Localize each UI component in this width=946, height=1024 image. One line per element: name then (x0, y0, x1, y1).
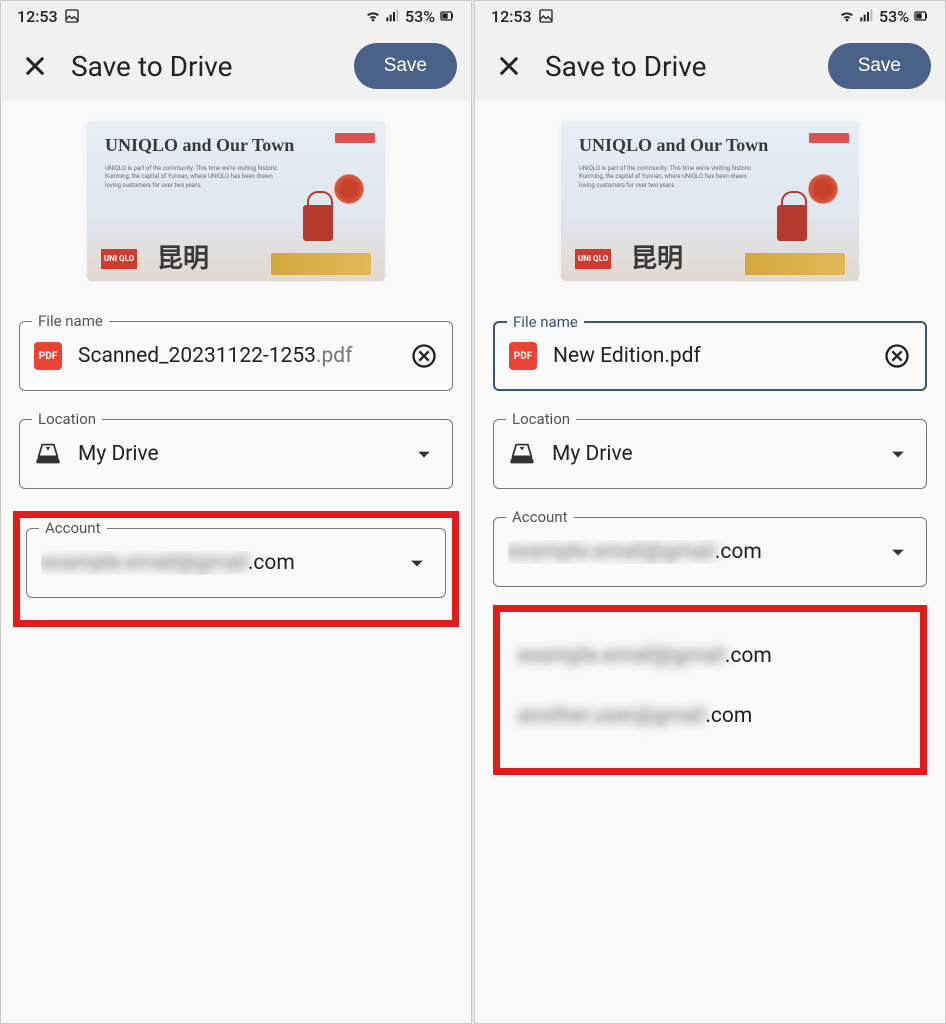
battery-icon (913, 8, 929, 24)
location-field[interactable]: Location My Drive (493, 419, 927, 489)
screenshot-left: 12:53 53% Save to Drive Save (0, 0, 472, 1024)
wifi-icon (839, 8, 855, 24)
account-label: Account (506, 508, 574, 526)
location-field[interactable]: Location My Drive (19, 419, 453, 489)
drive-icon (508, 440, 536, 468)
file-name-label: File name (32, 312, 109, 330)
status-bar: 12:53 53% (475, 1, 945, 31)
close-icon[interactable] (495, 52, 523, 80)
pdf-icon: PDF (509, 342, 537, 370)
image-icon (538, 8, 554, 24)
preview-chars: 昆明 (631, 238, 683, 275)
account-highlight: Account example.email@gmail.com (13, 511, 459, 627)
account-dropdown-highlight: example.email@gmail.com another.user@gma… (493, 605, 927, 775)
save-button[interactable]: Save (354, 43, 457, 89)
drive-icon (34, 440, 62, 468)
status-battery-text: 53% (879, 7, 909, 26)
account-field[interactable]: Account example.email@gmail.com (493, 517, 927, 587)
account-field[interactable]: Account example.email@gmail.com (26, 528, 446, 598)
clear-icon[interactable] (410, 342, 438, 370)
pdf-icon: PDF (34, 342, 62, 370)
file-name-value: New Edition.pdf (553, 344, 883, 368)
wifi-icon (365, 8, 381, 24)
close-icon[interactable] (21, 52, 49, 80)
file-name-value: Scanned_20231122-1253.pdf (78, 344, 410, 368)
status-bar: 12:53 53% (1, 1, 471, 31)
battery-icon (439, 8, 455, 24)
preview-logo: UNI QLO (575, 249, 611, 269)
file-name-field[interactable]: File name PDF Scanned_20231122-1253.pdf (19, 321, 453, 391)
preview-title: UNIQLO and Our Town (105, 135, 294, 156)
app-header: Save to Drive Save (1, 31, 471, 101)
account-option[interactable]: example.email@gmail.com (504, 626, 916, 686)
location-value: My Drive (552, 442, 884, 466)
account-value: example.email@gmail.com (41, 551, 403, 575)
page-title: Save to Drive (71, 50, 233, 83)
clear-icon[interactable] (883, 342, 911, 370)
file-name-label: File name (507, 313, 584, 331)
chevron-down-icon[interactable] (403, 549, 431, 577)
status-time: 12:53 (17, 7, 58, 26)
signal-icon (859, 8, 875, 24)
document-preview: UNIQLO and Our Town UNIQLO is part of th… (561, 121, 859, 281)
chevron-down-icon[interactable] (410, 440, 438, 468)
screenshot-right: 12:53 53% Save to Drive Save U (474, 0, 946, 1024)
preview-chars: 昆明 (157, 238, 209, 275)
chevron-down-icon[interactable] (884, 538, 912, 566)
page-title: Save to Drive (545, 50, 707, 83)
account-label: Account (39, 519, 107, 537)
chevron-down-icon[interactable] (884, 440, 912, 468)
file-name-field[interactable]: File name PDF New Edition.pdf (493, 321, 927, 391)
location-value: My Drive (78, 442, 410, 466)
status-time: 12:53 (491, 7, 532, 26)
account-option[interactable]: another.user@gmail.com (504, 686, 916, 746)
preview-title: UNIQLO and Our Town (579, 135, 768, 156)
location-label: Location (32, 410, 102, 428)
account-value: example.email@gmail.com (508, 540, 884, 564)
app-header: Save to Drive Save (475, 31, 945, 101)
preview-logo: UNI QLO (101, 249, 137, 269)
signal-icon (385, 8, 401, 24)
save-button[interactable]: Save (828, 43, 931, 89)
image-icon (64, 8, 80, 24)
status-battery-text: 53% (405, 7, 435, 26)
location-label: Location (506, 410, 576, 428)
document-preview: UNIQLO and Our Town UNIQLO is part of th… (87, 121, 385, 281)
